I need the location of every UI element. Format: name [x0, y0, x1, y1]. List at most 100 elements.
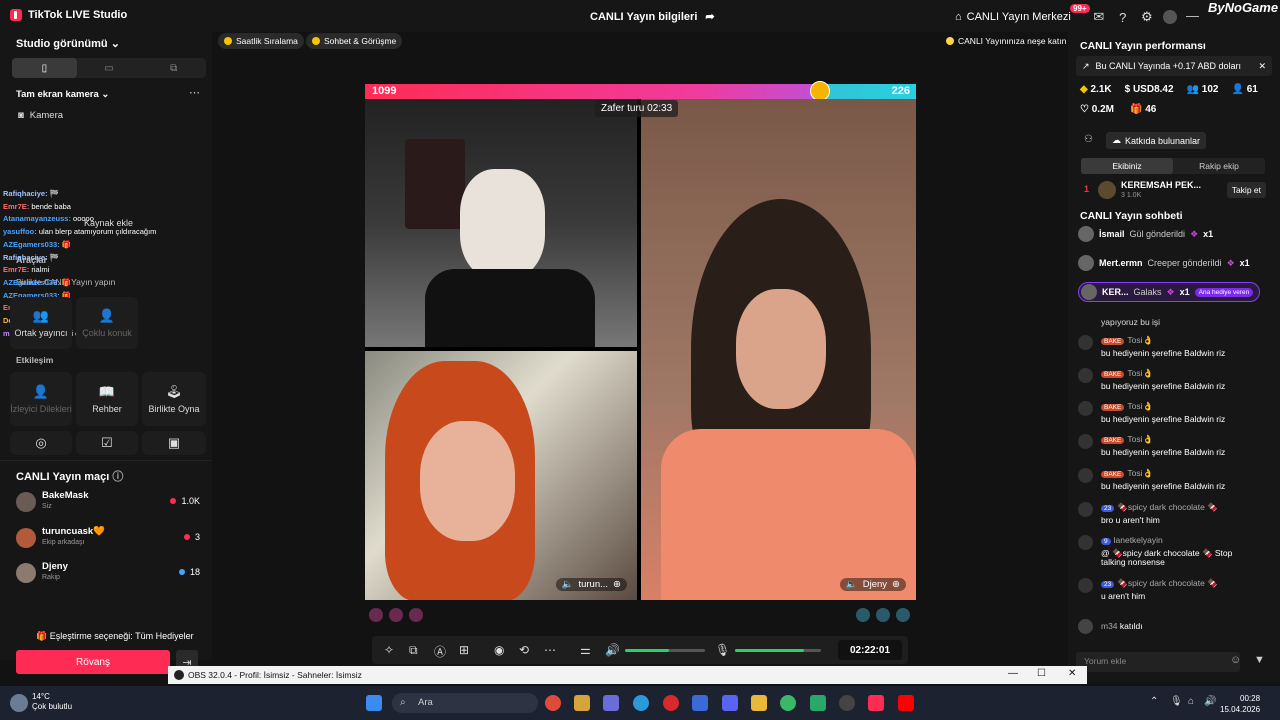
split-layout-icon[interactable]: ⧉ [141, 58, 206, 78]
extra-tool-1[interactable]: ◎ [10, 431, 72, 455]
landscape-icon[interactable]: ▭ [77, 58, 142, 78]
comment-row[interactable]: BAKE Tosi👌 bu hediyenin şerefine Baldwin r… [1078, 401, 1274, 429]
windows-start-icon[interactable] [366, 695, 382, 711]
mic-slider[interactable] [735, 649, 821, 652]
play-together-tile[interactable]: 🕹 Birlikte Oyna [142, 372, 206, 426]
multi-guest-tile[interactable]: 👤 Çoklu konuk [76, 297, 138, 349]
notification-icon[interactable]: ✉ [1091, 9, 1107, 25]
gift-row[interactable]: KER... Galaks ❖ x1 Ana hediye veren [1078, 282, 1261, 302]
comment-row[interactable]: 23 🍫spicy dark chocolate 🍫 bro u aren't hi… [1078, 502, 1274, 530]
help-icon[interactable]: ? [1115, 9, 1131, 25]
app-icon[interactable] [810, 695, 826, 711]
comment-row[interactable]: BAKE Tosi👌 bu hediyenin şerefine Baldwin r… [1078, 468, 1274, 496]
obs-close-icon[interactable]: ✕ [1068, 668, 1076, 679]
obs-icon[interactable] [839, 695, 855, 711]
viewer-requests-tile[interactable]: 👤 İzleyici Dilekleri [10, 372, 72, 426]
camera-flip-icon[interactable]: ⟲ [519, 643, 529, 657]
taskbar-search[interactable]: Ara [392, 693, 538, 713]
chrome-icon[interactable] [545, 695, 561, 711]
discord-icon[interactable] [722, 695, 738, 711]
obs-maximize-icon[interactable]: ☐ [1037, 668, 1046, 679]
live-center-button[interactable]: ⌂ CANLI Yayın Merkezi [955, 11, 1071, 23]
obs-minimize-icon[interactable]: — [1008, 668, 1018, 679]
tray-chevron-icon[interactable]: ⌃ [1150, 696, 1158, 707]
comment-input[interactable]: Yorum ekle [1076, 652, 1240, 672]
tiktok-studio-icon[interactable] [868, 695, 884, 711]
record-icon[interactable]: ◉ [494, 643, 504, 657]
effects-wand-icon[interactable]: ✧ [384, 643, 394, 657]
tray-network-icon[interactable]: ⌂ [1188, 696, 1194, 707]
comment-row[interactable]: 23 🍫spicy dark chocolate 🍫 u aren't him [1078, 578, 1274, 606]
rank-row[interactable]: 1 KEREMSAH PEK... 3 1.0K Takip et [1082, 180, 1272, 202]
folder-icon[interactable] [751, 695, 767, 711]
extra-tool-3[interactable]: ▣ [142, 431, 206, 455]
gift-sender: KER... [1102, 287, 1129, 297]
chrome-2-icon[interactable] [780, 695, 796, 711]
user-avatar[interactable] [1078, 619, 1093, 634]
more-options-icon[interactable]: ⋯ [189, 86, 200, 99]
camera-source-item[interactable]: ◙ Kamera [18, 110, 63, 121]
team-avatar[interactable] [856, 608, 870, 622]
tray-mic-icon[interactable]: 🎙 [1170, 696, 1183, 707]
obs-window-bar[interactable]: OBS 32.0.4 - Profil: İsimsiz - Sahneler:… [168, 666, 1087, 684]
portrait-icon[interactable]: ▯ [12, 58, 77, 78]
joystick-icon: 🕹 [165, 384, 183, 399]
weather-widget[interactable]: 14°C Çok bulutlu [32, 692, 72, 712]
layout-icon[interactable]: ⧉ [409, 643, 418, 658]
co-host-tile[interactable]: 👥 Ortak yayıncı [10, 297, 72, 349]
team-avatar[interactable] [389, 608, 403, 622]
teams-icon[interactable] [603, 695, 619, 711]
volume-slider[interactable] [625, 649, 705, 652]
guest1-tag[interactable]: 🔈 turun... ⊕ [555, 578, 627, 591]
settings-gear-icon[interactable]: ⚙ [1139, 9, 1155, 25]
tab-rival-team[interactable]: Rakip ekip [1173, 158, 1265, 174]
mixer-icon[interactable]: ⚌ [580, 643, 591, 657]
close-icon[interactable]: ✕ [1258, 61, 1266, 72]
add-media-icon[interactable]: ⊞ [459, 643, 469, 657]
guide-icon: 📖 [98, 384, 116, 399]
mail-icon[interactable] [692, 695, 708, 711]
earnings-banner[interactable]: ↗ Bu CANLI Yayında +0.17 ABD doları ✕ [1076, 56, 1272, 76]
tray-volume-icon[interactable]: 🔊 [1204, 696, 1216, 707]
match-row[interactable]: BakeMask Siz 1.0K [16, 490, 206, 520]
clock[interactable]: 00:28 15.04.2026 [1220, 693, 1260, 715]
team-avatar[interactable] [409, 608, 423, 622]
extra-tool-2[interactable]: ☑ [76, 431, 138, 455]
emoji-icon[interactable]: ☺ [1230, 654, 1241, 666]
store-icon[interactable] [574, 695, 590, 711]
volume-icon[interactable]: 🔊 [605, 643, 620, 657]
more-icon[interactable]: ⋯ [544, 643, 556, 657]
guide-tile[interactable]: 📖 Rehber [76, 372, 138, 426]
comment-row[interactable]: BAKE Tosi👌 bu hediyenin şerefine Baldwin r… [1078, 335, 1274, 363]
match-setting[interactable]: 🎁 Eşleştirme seçeneği: Tüm Hediyeler [36, 631, 194, 642]
filter-icon[interactable]: ▼ [1254, 654, 1265, 666]
fun-tip-chip[interactable]: CANLI Yayınınıza neşe katın [940, 33, 1072, 49]
info-icon[interactable]: ⓘ [112, 471, 123, 483]
follow-button[interactable]: Takip et [1226, 182, 1266, 198]
edge-icon[interactable] [633, 695, 649, 711]
team-avatar[interactable] [896, 608, 910, 622]
comment-row[interactable]: BAKE Tosi👌 bu hediyenin şerefine Baldwin r… [1078, 368, 1274, 396]
gift-row[interactable]: İsmail Gül gönderildi ❖ x1 [1078, 225, 1213, 243]
opera-icon[interactable] [663, 695, 679, 711]
contributors-button[interactable]: ☁ Katkıda bulunanlar [1106, 132, 1207, 149]
tab-our-team[interactable]: Ekibiniz [1081, 158, 1173, 174]
profile-avatar[interactable] [1162, 10, 1177, 24]
comment-row[interactable]: BAKE Tosi👌 bu hediyenin şerefine Baldwin r… [1078, 434, 1274, 462]
match-row[interactable]: Djeny Rakip 18 [16, 561, 206, 591]
hourly-ranking-chip[interactable]: Saatlik Sıralama [218, 33, 304, 49]
minimize-icon[interactable]: — [1186, 8, 1199, 23]
live-info-button[interactable]: CANLI Yayın bilgileri ➦ [590, 10, 715, 24]
guest2-tag[interactable]: 🔈 Djeny ⊕ [839, 578, 906, 591]
youtube-icon[interactable] [898, 695, 914, 711]
team-avatar[interactable] [369, 608, 383, 622]
team-avatar[interactable] [876, 608, 890, 622]
match-row[interactable]: turuncuask🧡 Ekip arkadaşı 3 [16, 526, 206, 556]
rematch-button[interactable]: Rövanş [16, 650, 170, 674]
studio-view-dropdown[interactable]: Studio görünümü ⌄ [16, 37, 120, 50]
microphone-icon[interactable]: 🎙 [715, 643, 730, 657]
source-dropdown[interactable]: Tam ekran kamera ⌄ [16, 89, 109, 100]
chat-call-chip[interactable]: Sohbet & Görüşme [306, 33, 403, 49]
gift-row[interactable]: Mert.ermn Creeper gönderildi ❖ x1 [1078, 254, 1250, 272]
ai-icon[interactable]: Ⓐ [434, 643, 446, 660]
